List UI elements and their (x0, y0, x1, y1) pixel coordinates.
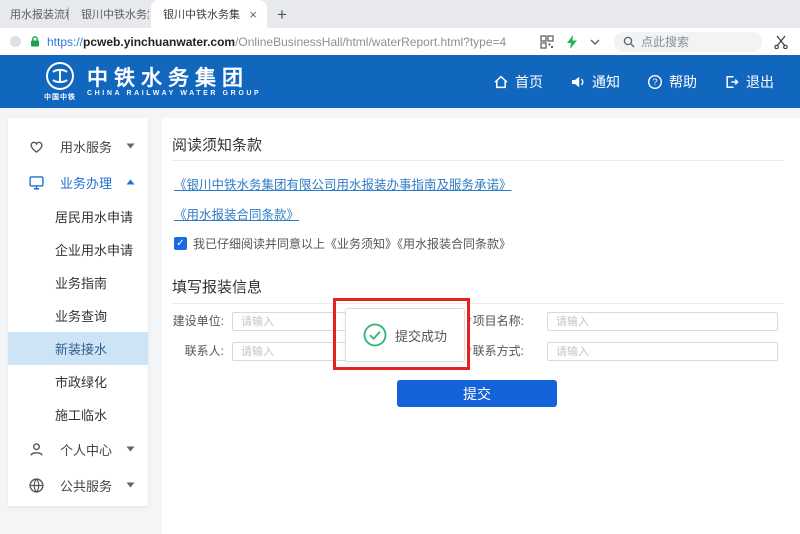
agreement-row: ✓ 我已仔细阅读并同意以上《业务须知》《用水报装合同条款》 (174, 235, 511, 252)
brand-subtitle: CHINA RAILWAY WATER GROUP (87, 90, 261, 97)
sidebar-item-new-connection[interactable]: 新装接水 (8, 332, 148, 365)
logout-icon (724, 74, 740, 90)
nav-notifications[interactable]: 通知 (570, 72, 620, 92)
site-logo[interactable]: 中国中铁 中铁水务集团 CHINA RAILWAY WATER GROUP (44, 61, 261, 102)
construction-unit-label: 建设单位: (162, 312, 224, 331)
tab-label: 银川中铁水务集 (81, 6, 149, 22)
tab-label: 用水报装流程_ (10, 6, 68, 22)
sidebar-item-business-guide[interactable]: 业务指南 (8, 266, 148, 299)
sidebar-group-personal-center[interactable]: 个人中心 (8, 431, 148, 467)
submit-button[interactable]: 提交 (397, 380, 557, 407)
brand-title: 中铁水务集团 (87, 67, 261, 90)
nav-label: 退出 (746, 72, 774, 92)
logo-badge: 中国中铁 (44, 92, 76, 102)
success-toast: 提交成功 (345, 308, 465, 362)
monitor-icon (28, 174, 45, 191)
url-host: pcweb.yinchuanwater.com (83, 35, 235, 49)
page-favicon-dot (10, 36, 21, 47)
new-tab-button[interactable]: + (267, 2, 297, 28)
link-service-guide[interactable]: 《银川中铁水务集团有限公司用水报装办事指南及服务承诺》 (174, 174, 512, 193)
quick-search-box[interactable]: 点此搜索 (614, 32, 762, 52)
home-icon (493, 74, 509, 90)
chevron-down-icon (126, 143, 135, 149)
question-circle-icon: ? (647, 74, 663, 90)
browser-address-bar: https://pcweb.yinchuanwater.com/OnlineBu… (0, 28, 800, 55)
sidebar-item-construction-temp-water[interactable]: 施工临水 (8, 398, 148, 431)
url-path: /OnlineBusinessHall/html/waterReport.htm… (235, 35, 506, 49)
globe-icon (28, 477, 45, 494)
ssl-lock-icon (29, 35, 41, 48)
sidebar-group-water-service[interactable]: 用水服务 (8, 128, 148, 164)
speaker-icon (570, 74, 586, 90)
nav-logout[interactable]: 退出 (724, 72, 774, 92)
sidebar-item-resident-water[interactable]: 居民用水申请 (8, 200, 148, 233)
url-text[interactable]: https://pcweb.yinchuanwater.com/OnlineBu… (47, 35, 506, 49)
nav-help[interactable]: ? 帮助 (647, 72, 697, 92)
chevron-down-icon (126, 482, 135, 488)
close-icon[interactable]: × (247, 7, 259, 22)
scissors-capture-icon[interactable] (774, 35, 788, 49)
success-check-icon (363, 323, 387, 347)
nav-label: 首页 (515, 72, 543, 92)
project-name-input[interactable] (547, 312, 778, 331)
contact-method-label: *联系方式: (462, 342, 524, 361)
header-nav: 首页 通知 ? 帮助 退出 (493, 72, 774, 92)
chevron-up-icon (126, 179, 135, 185)
nav-label: 帮助 (669, 72, 697, 92)
main-content-panel: 阅读须知条款 《银川中铁水务集团有限公司用水报装办事指南及服务承诺》 《用水报装… (162, 118, 800, 534)
notice-section-title: 阅读须知条款 (172, 134, 262, 155)
search-placeholder: 点此搜索 (641, 33, 689, 50)
sidebar-item-enterprise-water[interactable]: 企业用水申请 (8, 233, 148, 266)
url-scheme: https (47, 35, 73, 49)
sidebar-group-label: 公共服务 (60, 476, 126, 495)
divider (172, 303, 784, 304)
contact-person-label: 联系人: (162, 342, 224, 361)
flash-extension-icon[interactable] (566, 35, 578, 49)
sidebar-menu: 用水服务 业务办理 居民用水申请 企业用水申请 业务指南 业务查询 新装接水 市… (8, 118, 148, 506)
tab-yinchuan-water-1[interactable]: 银川中铁水务集 (69, 0, 149, 28)
nav-home[interactable]: 首页 (493, 72, 543, 92)
agree-label: 我已仔细阅读并同意以上《业务须知》《用水报装合同条款》 (193, 235, 511, 252)
agree-checkbox[interactable]: ✓ (174, 237, 187, 250)
project-name-label: *项目名称: (462, 312, 524, 331)
tab-label: 银川中铁水务集 (163, 6, 243, 22)
tab-yinchuan-water-active[interactable]: 银川中铁水务集 × (151, 0, 267, 28)
svg-text:?: ? (652, 77, 657, 87)
tab-water-install-process[interactable]: 用水报装流程_ (0, 0, 68, 28)
heart-icon (28, 138, 45, 155)
contact-method-input[interactable] (547, 342, 778, 361)
qr-code-icon[interactable] (540, 35, 554, 49)
nav-label: 通知 (592, 72, 620, 92)
link-contract-terms[interactable]: 《用水报装合同条款》 (174, 204, 299, 223)
form-section-title: 填写报装信息 (172, 276, 262, 297)
url-separator: :// (73, 35, 83, 49)
sidebar-item-municipal-greening[interactable]: 市政绿化 (8, 365, 148, 398)
required-mark: * (467, 344, 472, 358)
browser-tab-bar: 用水报装流程_ 银川中铁水务集 银川中铁水务集 × + (0, 0, 800, 28)
required-mark: * (467, 314, 472, 328)
sidebar-group-business[interactable]: 业务办理 (8, 164, 148, 200)
toast-text: 提交成功 (395, 326, 447, 345)
person-icon (28, 441, 45, 458)
chevron-down-icon[interactable] (590, 39, 600, 45)
divider (172, 160, 784, 161)
sidebar-group-label: 用水服务 (60, 137, 126, 156)
search-icon (623, 36, 635, 48)
sidebar-item-business-query[interactable]: 业务查询 (8, 299, 148, 332)
sidebar-group-public-service[interactable]: 公共服务 (8, 467, 148, 503)
site-header: 中国中铁 中铁水务集团 CHINA RAILWAY WATER GROUP 首页… (0, 55, 800, 108)
chevron-down-icon (126, 446, 135, 452)
sidebar-group-label: 个人中心 (60, 440, 126, 459)
crcc-emblem-icon: 中国中铁 (44, 61, 76, 102)
sidebar-group-label: 业务办理 (60, 173, 126, 192)
